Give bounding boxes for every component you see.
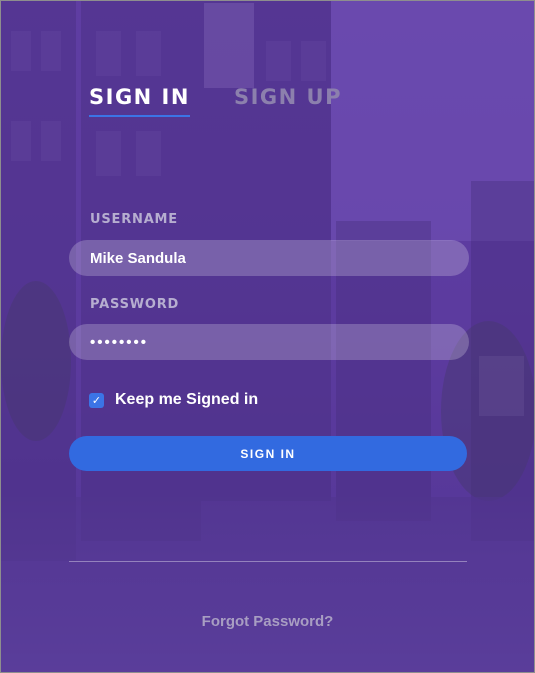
tab-sign-up[interactable]: SIGN UP — [234, 85, 342, 117]
login-panel: SIGN IN SIGN UP USERNAME PASSWORD ✓ Keep… — [0, 0, 535, 673]
forgot-password-link[interactable]: Forgot Password? — [1, 613, 534, 630]
divider — [69, 561, 467, 562]
password-label: PASSWORD — [90, 297, 180, 312]
password-input[interactable] — [69, 324, 469, 360]
auth-tabs: SIGN IN SIGN UP — [89, 85, 342, 117]
sign-in-button[interactable]: SIGN IN — [69, 436, 467, 471]
check-icon: ✓ — [91, 393, 102, 407]
username-label: USERNAME — [90, 212, 178, 227]
keep-signed-in-label[interactable]: Keep me Signed in — [115, 391, 258, 409]
keep-signed-in-checkbox[interactable]: ✓ — [89, 392, 104, 408]
keep-signed-in-row[interactable]: ✓ Keep me Signed in — [89, 391, 258, 409]
tab-sign-in[interactable]: SIGN IN — [89, 85, 190, 117]
username-input[interactable] — [69, 240, 469, 276]
